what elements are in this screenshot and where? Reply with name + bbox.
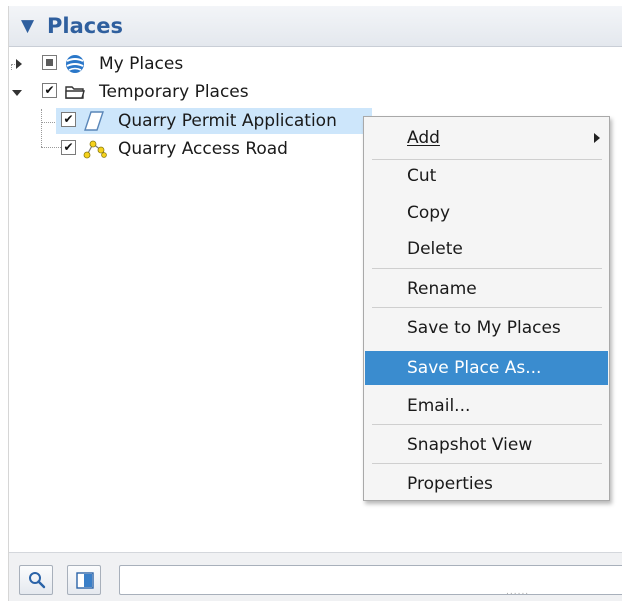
tree-item-label: Quarry Access Road xyxy=(118,139,288,159)
menu-item-email[interactable]: Email... xyxy=(365,391,608,421)
menu-separator xyxy=(372,463,602,464)
menu-item-label: Add xyxy=(407,128,440,148)
panel-title: Places xyxy=(47,14,123,38)
tree-item-quarry-access-road[interactable]: ✔ Quarry Access Road xyxy=(56,136,372,162)
tree-item-my-places[interactable]: My Places xyxy=(9,51,369,77)
menu-item-save-place-as[interactable]: Save Place As... xyxy=(365,351,608,385)
panel-toggle-button[interactable] xyxy=(67,565,101,595)
menu-item-rename[interactable]: Rename xyxy=(365,274,608,304)
menu-separator xyxy=(372,268,602,269)
tree-item-temporary-places[interactable]: ✔ Temporary Places xyxy=(9,79,369,105)
tree-item-label: Quarry Permit Application xyxy=(118,111,337,131)
tree-item-quarry-permit-application[interactable]: ✔ Quarry Permit Application xyxy=(56,108,372,134)
tree-item-label: Temporary Places xyxy=(99,82,249,102)
menu-item-copy[interactable]: Copy xyxy=(365,198,608,228)
tree-checkbox-quarry-permit[interactable]: ✔ xyxy=(61,112,76,127)
resize-grip-icon[interactable]: ...... xyxy=(506,587,529,597)
expand-arrow-icon[interactable] xyxy=(16,59,22,69)
search-button[interactable] xyxy=(19,565,53,595)
polygon-icon xyxy=(83,110,105,132)
menu-item-snapshot-view[interactable]: Snapshot View xyxy=(365,430,608,460)
tree-checkbox-my-places[interactable] xyxy=(42,55,57,70)
collapse-triangle-icon[interactable]: ▼ xyxy=(21,17,34,35)
context-menu: Add Cut Copy Delete Rename Save to My Pl… xyxy=(363,116,610,501)
menu-item-delete[interactable]: Delete xyxy=(365,234,608,264)
tree-item-label: My Places xyxy=(99,54,184,74)
menu-item-cut[interactable]: Cut xyxy=(365,161,608,191)
globe-icon xyxy=(64,53,86,75)
places-panel-header[interactable]: ▼ Places xyxy=(9,6,622,47)
tree-checkbox-quarry-access-road[interactable]: ✔ xyxy=(61,140,76,155)
search-icon xyxy=(28,571,46,593)
menu-item-add[interactable]: Add xyxy=(365,123,608,153)
bottom-toolbar xyxy=(9,552,622,601)
tree-checkbox-temporary-places[interactable]: ✔ xyxy=(42,83,57,98)
menu-separator xyxy=(372,159,602,160)
collapse-arrow-icon[interactable] xyxy=(12,90,22,96)
tree-guide-line xyxy=(41,109,42,147)
search-input[interactable] xyxy=(119,565,622,595)
panel-toggle-icon xyxy=(76,572,94,593)
menu-separator xyxy=(372,424,602,425)
menu-separator xyxy=(372,307,602,308)
menu-item-save-to-my-places[interactable]: Save to My Places xyxy=(365,313,608,343)
submenu-arrow-icon xyxy=(594,133,600,143)
menu-item-properties[interactable]: Properties xyxy=(365,469,608,499)
folder-icon xyxy=(64,81,86,103)
path-icon xyxy=(83,138,107,160)
